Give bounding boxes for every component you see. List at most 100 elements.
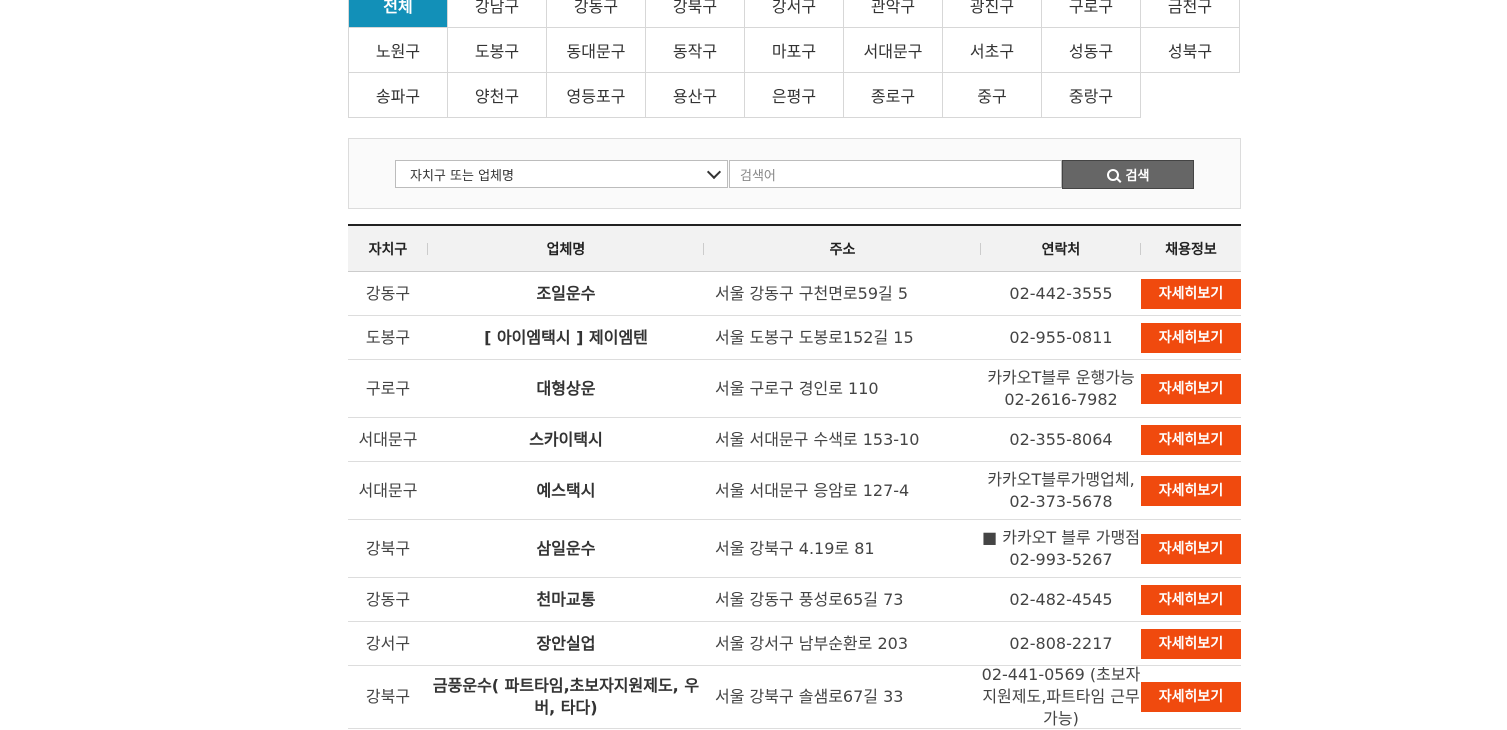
search-panel: 자치구 또는 업체명 검색어 검색 — [348, 138, 1241, 209]
cell-address: 서울 구로구 경인로 110 — [715, 378, 879, 398]
table-row: 강동구 조일운수 서울 강동구 구천면로59길 5 02-442-3555 자세히보기 — [348, 272, 1241, 316]
cell-district: 구로구 — [365, 378, 411, 398]
district-tab[interactable]: 마포구 — [745, 28, 844, 73]
cell-contact: 카카오T블루 운행가능 02-2616-7982 — [987, 367, 1135, 409]
header-company: 업체명 — [428, 226, 704, 271]
detail-button[interactable]: 자세히보기 — [1141, 475, 1241, 506]
district-tab[interactable]: 서초구 — [943, 28, 1042, 73]
cell-address: 서울 강동구 풍성로65길 73 — [715, 589, 904, 609]
cell-recruit: 자세히보기 — [1141, 316, 1241, 359]
district-tab[interactable]: 중구 — [943, 73, 1042, 118]
cell-address: 서울 강서구 남부순환로 203 — [715, 633, 908, 653]
table-row: 강북구 삼일운수 서울 강북구 4.19로 81 ■ 카카오T 블루 가맹점 02-9… — [348, 520, 1241, 578]
detail-button[interactable]: 자세히보기 — [1141, 424, 1241, 455]
cell-company-name: 장안실업 — [536, 633, 596, 653]
cell-recruit: 자세히보기 — [1141, 666, 1241, 728]
district-tab[interactable]: 은평구 — [745, 73, 844, 118]
detail-button[interactable]: 자세히보기 — [1141, 278, 1241, 309]
search-button[interactable]: 검색 — [1062, 160, 1194, 189]
detail-button[interactable]: 자세히보기 — [1141, 628, 1241, 659]
district-tab[interactable]: 종로구 — [844, 73, 943, 118]
district-tab[interactable]: 영등포구 — [547, 73, 646, 118]
district-tab[interactable]: 용산구 — [646, 73, 745, 118]
district-tab[interactable]: 송파구 — [349, 73, 448, 118]
district-tab[interactable]: 구로구 — [1042, 0, 1141, 28]
cell-recruit: 자세히보기 — [1141, 622, 1241, 665]
district-filter-grid: 전체 강남구 강동구 강북구 강서구 관악구 광진구 구로구 금천구노원구 도봉구 동대문구 동작구 마… — [348, 0, 1240, 118]
cell-contact: 02-955-0811 — [1009, 327, 1113, 347]
cell-district: 강서구 — [365, 633, 411, 653]
table-body: 강동구 조일운수 서울 강동구 구천면로59길 5 02-442-3555 자세히보기 도… — [348, 272, 1241, 729]
district-tab[interactable]: 중랑구 — [1042, 73, 1141, 118]
cell-contact: 02-441-0569 (초보자 지원제도,파트타임 근무 가능) — [981, 665, 1141, 728]
cell-company-name: [ 아이엠택시 ] 제이엠텐 — [484, 327, 648, 347]
district-tab[interactable]: 강남구 — [448, 0, 547, 28]
district-tab[interactable]: 금천구 — [1141, 0, 1240, 28]
detail-button[interactable]: 자세히보기 — [1141, 373, 1241, 404]
table-row: 서대문구 예스택시 서울 서대문구 응암로 127-4 카카오T블루가맹업체, 02-… — [348, 462, 1241, 520]
cell-address: 서울 강북구 솔샘로67길 33 — [715, 687, 904, 706]
district-tab[interactable]: 관악구 — [844, 0, 943, 28]
district-tab[interactable]: 성북구 — [1141, 28, 1240, 73]
cell-address: 서울 서대문구 응암로 127-4 — [715, 480, 910, 500]
detail-button[interactable]: 자세히보기 — [1141, 533, 1241, 564]
cell-company-name: 삼일운수 — [536, 538, 596, 558]
cell-recruit: 자세히보기 — [1141, 360, 1241, 417]
detail-button[interactable]: 자세히보기 — [1141, 682, 1241, 712]
cell-recruit: 자세히보기 — [1141, 418, 1241, 461]
district-tab[interactable]: 양천구 — [448, 73, 547, 118]
header-address: 주소 — [704, 226, 981, 271]
header-contact: 연락처 — [981, 226, 1141, 271]
cell-contact: 02-355-8064 — [1009, 429, 1113, 449]
cell-district: 강동구 — [365, 283, 411, 303]
cell-company-name: 조일운수 — [536, 283, 596, 303]
district-tab[interactable]: 강서구 — [745, 0, 844, 28]
search-icon — [1106, 168, 1119, 181]
cell-address: 서울 강동구 구천면로59길 5 — [715, 283, 908, 303]
header-recruit: 채용정보 — [1165, 241, 1217, 258]
cell-company-name: 예스택시 — [536, 480, 596, 500]
table-row: 서대문구 스카이택시 서울 서대문구 수색로 153-10 02-355-8064 자세… — [348, 418, 1241, 462]
cell-company-name: 스카이택시 — [529, 429, 603, 449]
cell-contact: 카카오T블루가맹업체, 02-373-5678 — [987, 469, 1135, 511]
district-tab[interactable]: 동대문구 — [547, 28, 646, 73]
district-tab[interactable]: 동작구 — [646, 28, 745, 73]
table-row: 강동구 천마교통 서울 강동구 풍성로65길 73 02-482-4545 자세히보기 — [348, 578, 1241, 622]
cell-contact: 02-482-4545 — [1009, 589, 1113, 609]
cell-district: 도봉구 — [365, 327, 411, 347]
table-row: 구로구 대형상운 서울 구로구 경인로 110 카카오T블루 운행가능 02-2616… — [348, 360, 1241, 418]
cell-address: 서울 강북구 4.19로 81 — [715, 538, 875, 558]
search-category-value: 자치구 또는 업체명 — [410, 168, 514, 184]
table-header: 자치구 업체명 주소 연락처 채용정보 — [348, 226, 1241, 272]
search-button-label: 검색 — [1125, 169, 1150, 184]
search-category-select[interactable]: 자치구 또는 업체명 — [395, 160, 728, 188]
cell-contact: 02-442-3555 — [1009, 283, 1113, 303]
table-row: 강서구 장안실업 서울 강서구 남부순환로 203 02-808-2217 자세히보기 — [348, 622, 1241, 666]
detail-button[interactable]: 자세히보기 — [1141, 584, 1241, 615]
search-input-placeholder: 검색어 — [740, 168, 776, 184]
cell-district: 서대문구 — [358, 429, 418, 449]
chevron-down-icon — [706, 164, 722, 180]
district-tab[interactable]: 광진구 — [943, 0, 1042, 28]
district-tab[interactable]: 전체 — [349, 0, 448, 28]
district-tab[interactable]: 성동구 — [1042, 28, 1141, 73]
district-tab[interactable]: 강북구 — [646, 0, 745, 28]
cell-address: 서울 서대문구 수색로 153-10 — [715, 429, 920, 449]
cell-recruit: 자세히보기 — [1141, 520, 1241, 577]
header-district: 자치구 — [348, 226, 428, 271]
cell-company-name: 천마교통 — [536, 589, 596, 609]
district-tab[interactable]: 서대문구 — [844, 28, 943, 73]
cell-district: 강동구 — [365, 589, 411, 609]
cell-district: 서대문구 — [358, 480, 418, 500]
search-input[interactable]: 검색어 — [729, 160, 1062, 188]
detail-button[interactable]: 자세히보기 — [1141, 322, 1241, 353]
cell-company-name: 대형상운 — [536, 378, 596, 398]
district-tab[interactable]: 도봉구 — [448, 28, 547, 73]
cell-district: 강북구 — [365, 538, 411, 558]
cell-address: 서울 도봉구 도봉로152길 15 — [715, 327, 914, 347]
table-row: 강북구 금풍운수( 파트타임,초보자지원제도, 우버, 타다) 서울 강북구 솔샘로… — [348, 665, 1241, 729]
district-tab[interactable]: 강동구 — [547, 0, 646, 28]
company-table: 자치구 업체명 주소 연락처 채용정보 강동구 조일운수 서울 강동구 구천면로59… — [348, 224, 1241, 729]
cell-recruit: 자세히보기 — [1141, 462, 1241, 519]
district-tab[interactable]: 노원구 — [349, 28, 448, 73]
